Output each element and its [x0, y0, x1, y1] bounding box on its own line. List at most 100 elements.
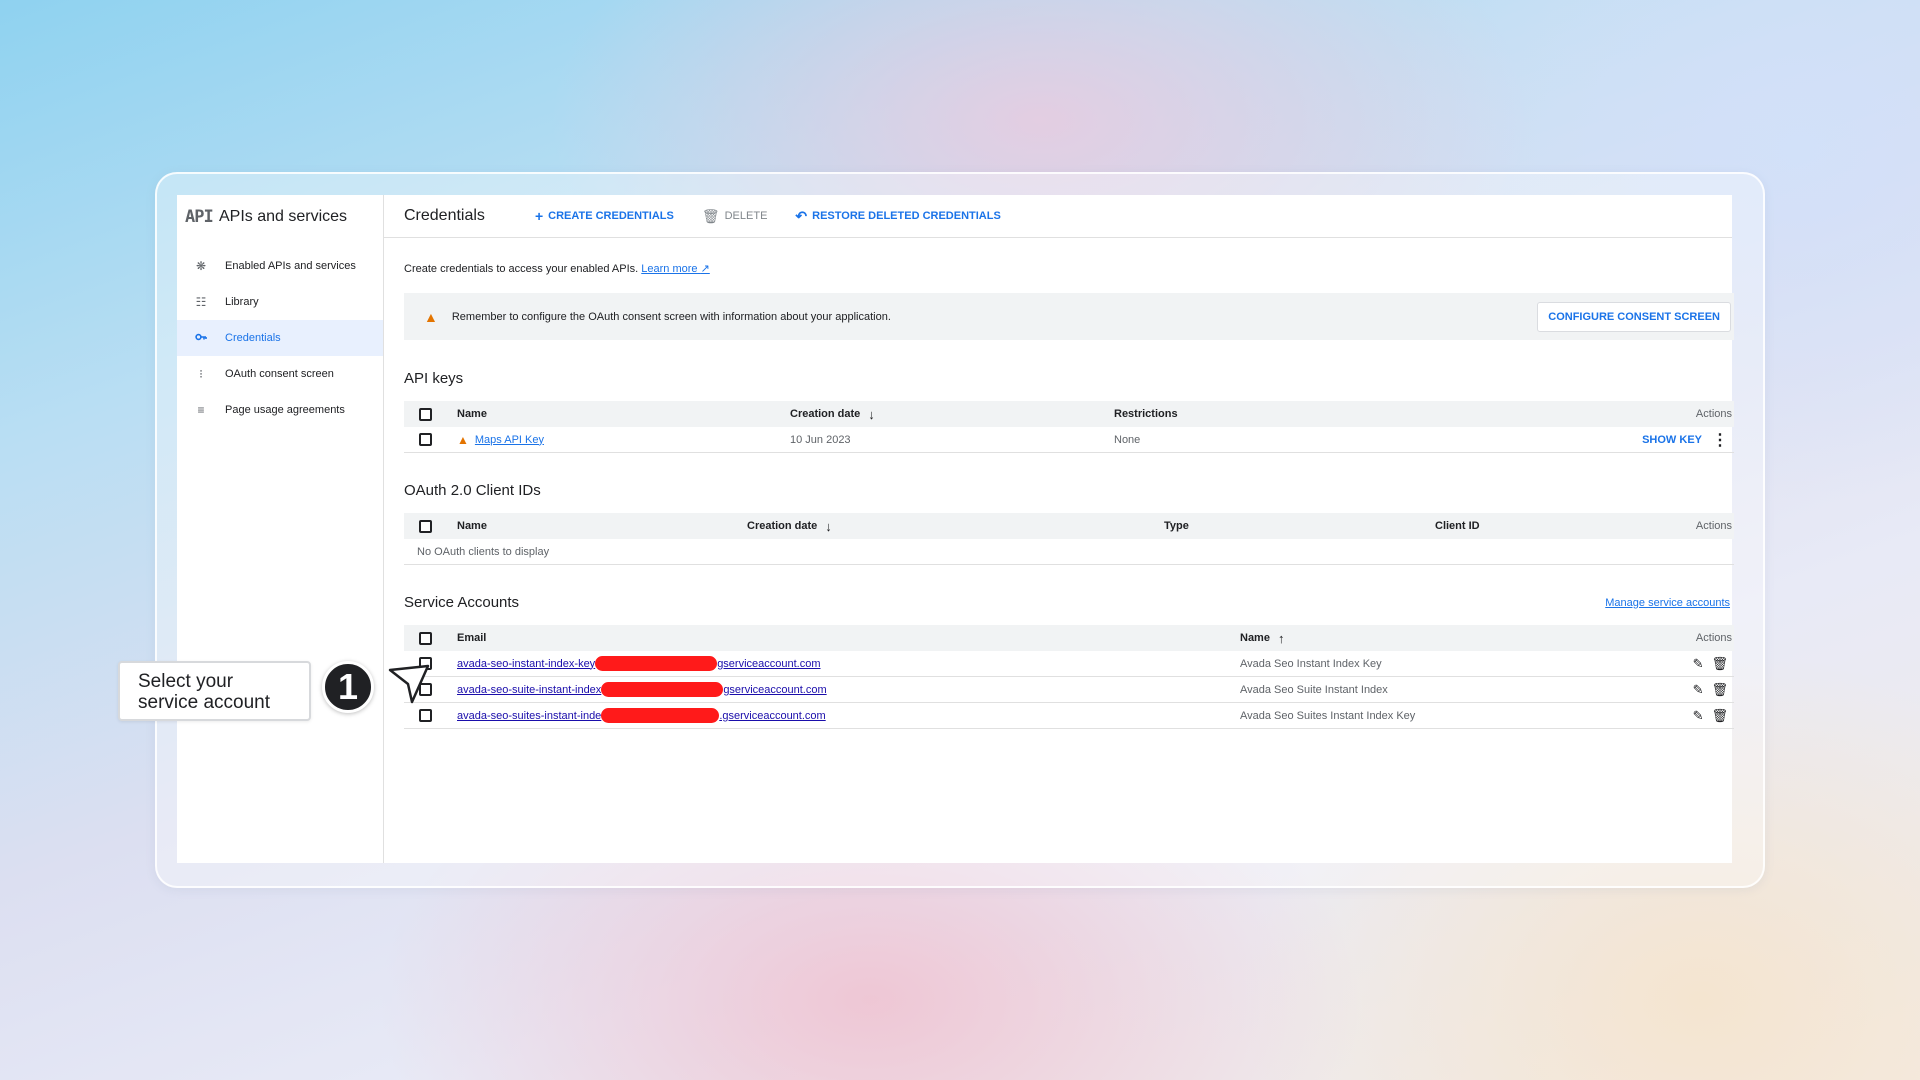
plus-icon: +: [534, 208, 544, 224]
learn-more-label: Learn more: [641, 263, 698, 275]
learn-more-link[interactable]: Learn more ↗: [641, 263, 710, 275]
email-suffix: .gserviceaccount.com: [719, 709, 826, 722]
delete-button[interactable]: 🗑 DELETE: [702, 208, 768, 225]
oauth-table: Name Creation date ↓ Type Client ID Acti…: [404, 513, 1734, 565]
table-row: No OAuth clients to display: [404, 539, 1734, 565]
email-prefix: avada-seo-suite-instant-index: [457, 683, 602, 696]
step-number-badge: 1: [322, 661, 374, 713]
trash-icon[interactable]: 🗑: [1711, 656, 1728, 672]
row-checkbox[interactable]: [419, 433, 432, 446]
select-all-checkbox[interactable]: [419, 631, 432, 645]
sidebar-item-oauth-consent[interactable]: ⁝ OAuth consent screen: [177, 356, 383, 392]
app-window: API APIs and services ❋ Enabled APIs and…: [177, 195, 1734, 863]
page-title: Credentials: [404, 207, 485, 224]
row-checkbox[interactable]: [419, 709, 432, 722]
header-creation-date[interactable]: Creation date ↓: [790, 401, 875, 427]
redaction-mark: [601, 682, 724, 697]
main-content: Credentials + CREATE CREDENTIALS 🗑 DELET…: [384, 195, 1734, 863]
hub-icon: ❋: [195, 259, 207, 273]
header-client-id: Client ID: [1435, 520, 1480, 532]
service-account-email-link[interactable]: avada-seo-suites-instant-inde .gservicea…: [457, 708, 826, 723]
undo-icon: ↶: [795, 207, 808, 224]
warning-icon: ▲: [424, 308, 438, 325]
header-creation-date[interactable]: Creation date ↓: [747, 513, 832, 539]
key-icon: [177, 331, 225, 345]
service-account-name: Avada Seo Suites Instant Index Key: [1240, 709, 1416, 722]
library-icon: ☷: [195, 295, 207, 309]
service-accounts-title: Service Accounts: [404, 594, 520, 611]
api-key-restrictions: None: [1114, 433, 1141, 446]
oauth-empty-text: No OAuth clients to display: [417, 545, 550, 558]
key-icon-svg: [195, 333, 207, 341]
intro-label: Create credentials to access your enable…: [404, 263, 639, 275]
sidebar-item-label: Credentials: [225, 332, 281, 344]
toolbar: Credentials + CREATE CREDENTIALS 🗑 DELET…: [384, 195, 1732, 238]
restore-credentials-button[interactable]: ↶ RESTORE DELETED CREDENTIALS: [795, 208, 1000, 225]
sidebar-item-label: Library: [225, 296, 259, 308]
api-keys-table: Name Creation date ↓ Restrictions Action…: [404, 401, 1734, 453]
sidebar-item-enabled-apis[interactable]: ❋ Enabled APIs and services: [177, 248, 383, 284]
sidebar-item-credentials[interactable]: Credentials: [177, 320, 383, 356]
header-email: Email: [457, 632, 487, 644]
select-all-checkbox[interactable]: [419, 407, 432, 421]
header-actions: Actions: [1695, 408, 1732, 420]
manage-service-accounts-link[interactable]: Manage service accounts: [1605, 597, 1730, 609]
sidebar-item-label: Page usage agreements: [225, 404, 345, 416]
tutorial-callout: Select your service account: [118, 661, 311, 721]
arrow-down-icon: ↓: [868, 406, 875, 422]
api-keys-title: API keys: [404, 370, 464, 387]
sidebar-nav: ❋ Enabled APIs and services ☷ Library Cr…: [177, 248, 383, 428]
email-suffix: gserviceaccount.com: [723, 683, 827, 696]
create-credentials-label: CREATE CREDENTIALS: [548, 210, 674, 222]
table-header: Name Creation date ↓ Type Client ID Acti…: [404, 513, 1734, 539]
header-creation-date-label: Creation date: [747, 520, 818, 532]
more-vert-icon[interactable]: ⋮: [1712, 430, 1728, 450]
edit-icon[interactable]: ✎: [1693, 656, 1704, 672]
redaction-mark: [601, 708, 720, 723]
header-name-label: Name: [1240, 632, 1270, 644]
sidebar-item-page-usage[interactable]: ≡ Page usage agreements: [177, 392, 383, 428]
table-header: Name Creation date ↓ Restrictions Action…: [404, 401, 1734, 427]
external-link-icon: ↗: [700, 263, 710, 275]
sidebar-item-label: Enabled APIs and services: [225, 260, 356, 272]
consent-banner: ▲ Remember to configure the OAuth consen…: [404, 293, 1734, 340]
create-credentials-button[interactable]: + CREATE CREDENTIALS: [535, 208, 674, 224]
email-suffix: gserviceaccount.com: [717, 657, 821, 670]
trash-icon[interactable]: 🗑: [1711, 708, 1728, 724]
header-name: Name: [457, 408, 487, 420]
intro-text: Create credentials to access your enable…: [404, 262, 710, 275]
edit-icon[interactable]: ✎: [1693, 682, 1704, 698]
select-all-checkbox[interactable]: [419, 519, 432, 533]
redaction-mark: [595, 656, 718, 671]
sidebar: API APIs and services ❋ Enabled APIs and…: [177, 195, 384, 863]
service-account-name: Avada Seo Suite Instant Index: [1240, 683, 1388, 696]
brand-title: APIs and services: [219, 207, 348, 225]
header-type: Type: [1164, 520, 1189, 532]
banner-text: Remember to configure the OAuth consent …: [451, 310, 891, 323]
api-key-created: 10 Jun 2023: [790, 433, 851, 446]
header-name[interactable]: Name ↑: [1240, 625, 1284, 651]
configure-consent-button[interactable]: CONFIGURE CONSENT SCREEN: [1537, 301, 1731, 332]
service-account-email-link[interactable]: avada-seo-instant-index-key gserviceacco…: [457, 656, 821, 671]
restore-label: RESTORE DELETED CREDENTIALS: [812, 210, 1001, 222]
trash-icon: 🗑: [701, 207, 720, 224]
api-key-name-link[interactable]: Maps API Key: [475, 434, 544, 446]
trash-icon[interactable]: 🗑: [1711, 682, 1728, 698]
brand: API APIs and services: [177, 195, 383, 238]
arrow-up-icon: ↑: [1277, 630, 1285, 646]
show-key-button[interactable]: SHOW KEY: [1642, 434, 1702, 446]
sidebar-item-library[interactable]: ☷ Library: [177, 284, 383, 320]
table-row: avada-seo-instant-index-key gserviceacco…: [404, 651, 1734, 677]
delete-label: DELETE: [724, 210, 768, 222]
edit-icon[interactable]: ✎: [1693, 708, 1704, 724]
header-creation-date-label: Creation date: [790, 408, 861, 420]
oauth-title: OAuth 2.0 Client IDs: [404, 482, 541, 499]
settings-list-icon: ≡: [197, 403, 205, 417]
warning-icon: ▲: [457, 432, 469, 447]
consent-icon: ⁝: [199, 367, 203, 381]
service-account-email-link[interactable]: avada-seo-suite-instant-index gserviceac…: [457, 682, 827, 697]
header-restrictions: Restrictions: [1114, 408, 1178, 420]
service-accounts-table: Email Name ↑ Actions avada-seo-instant-i…: [404, 625, 1734, 729]
header-name: Name: [457, 520, 487, 532]
sidebar-item-label: OAuth consent screen: [225, 368, 334, 380]
